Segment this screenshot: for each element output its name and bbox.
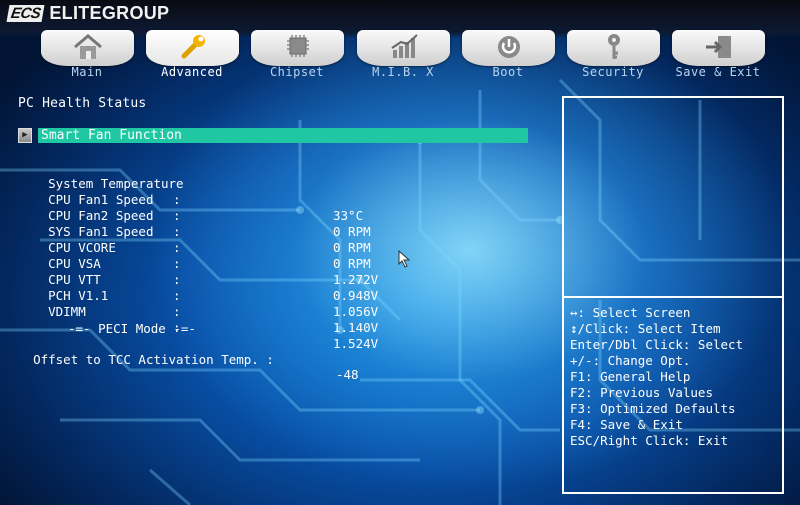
tab-chipset[interactable]: Chipset: [251, 30, 355, 79]
tab-advanced[interactable]: Advanced: [146, 30, 250, 79]
sensor-value: 0 RPM: [333, 224, 371, 239]
smart-fan-label: Smart Fan Function: [38, 128, 528, 143]
sensor-colon: :: [173, 272, 181, 287]
peci-mode-header: -=- PECI Mode -=-: [68, 321, 196, 336]
help-line: F2: Previous Values: [570, 385, 713, 400]
help-line: Enter/Dbl Click: Select: [570, 337, 744, 352]
tcc-offset-value: -48: [336, 367, 359, 382]
tab-label: Chipset: [269, 65, 325, 79]
exit-door-icon: [706, 36, 731, 58]
sensor-row: CPU VTT : 1.056V: [18, 256, 378, 319]
submenu-arrow-icon: ▶: [18, 128, 32, 143]
chip-icon: [287, 35, 309, 57]
tab-label: M.I.B. X: [372, 65, 434, 79]
main-tab-bar: Main Advanced Chipset M.I.B. X Boot Secu…: [0, 30, 800, 80]
sensor-colon: :: [173, 304, 181, 319]
power-icon: [498, 36, 520, 58]
sensor-value: 0 RPM: [333, 240, 371, 255]
tab-label: Security: [582, 65, 644, 79]
help-line: ↕/Click: Select Item: [570, 321, 721, 336]
help-line: +/-: Change Opt.: [570, 353, 691, 368]
sensor-colon: :: [173, 192, 181, 207]
help-line: F1: General Help: [570, 369, 691, 384]
sensor-row: CPU VSA : 0.948V: [18, 240, 378, 303]
sensor-row: SYS Fan1 Speed : 0 RPM: [18, 208, 371, 271]
key-icon: [608, 34, 620, 59]
sensor-value: 1.140V: [333, 320, 379, 335]
sensor-row: System Temperature : 33°C: [18, 160, 363, 223]
help-line: F3: Optimized Defaults: [570, 401, 736, 416]
sensor-value: 1.056V: [333, 304, 379, 319]
sensor-colon: :: [173, 208, 181, 223]
wrench-icon: [181, 35, 205, 59]
sensor-value: 0.948V: [333, 288, 379, 303]
brand-logo: ECS ELITEGROUP: [6, 2, 170, 24]
brand-name: ELITEGROUP: [49, 2, 170, 23]
page-title: PC Health Status: [18, 96, 147, 111]
tab-label: Save & Exit: [675, 65, 761, 79]
mouse-pointer-icon: [398, 250, 411, 268]
tcc-offset-label: Offset to TCC Activation Temp. :: [33, 352, 274, 367]
sensor-row: PCH V1.1 : 1.140V: [18, 272, 378, 335]
sensor-row: CPU Fan1 Speed : 0 RPM: [18, 176, 371, 239]
tab-boot[interactable]: Boot: [462, 30, 566, 79]
sensor-value: 33°C: [333, 208, 364, 223]
sensor-colon: :: [173, 224, 181, 239]
sensor-value: 1.272V: [333, 272, 379, 287]
tab-main[interactable]: Main: [41, 30, 145, 79]
tab-label: Boot: [492, 65, 524, 79]
sensor-colon: :: [173, 288, 181, 303]
tcc-offset-item[interactable]: Offset to TCC Activation Temp. : -48: [18, 337, 518, 382]
help-line: ESC/Right Click: Exit: [570, 433, 729, 448]
sensor-colon: :: [173, 256, 181, 271]
help-line: F4: Save & Exit: [570, 417, 683, 432]
help-divider: [562, 296, 784, 298]
tab-security[interactable]: Security: [567, 30, 671, 79]
ecs-logo-mark: ECS: [6, 4, 45, 22]
sensor-value: 0 RPM: [333, 256, 371, 271]
bar-graph-icon: [391, 34, 418, 58]
smart-fan-function-item[interactable]: ▶ Smart Fan Function: [18, 128, 528, 143]
tab-mib-x[interactable]: M.I.B. X: [357, 30, 461, 79]
tab-label: Main: [71, 65, 103, 79]
sensor-row: CPU VCORE : 1.272V: [18, 224, 378, 287]
tab-save-exit[interactable]: Save & Exit: [672, 30, 776, 79]
home-icon: [74, 34, 102, 59]
sensor-row: VDIMM : 1.524V: [18, 288, 378, 351]
sensor-label: VDIMM: [48, 304, 86, 319]
sensor-row: CPU Fan2 Speed : 0 RPM: [18, 192, 371, 255]
help-line: ↔: Select Screen: [570, 305, 691, 320]
sensor-colon: :: [173, 240, 181, 255]
tab-label: Advanced: [161, 65, 223, 79]
